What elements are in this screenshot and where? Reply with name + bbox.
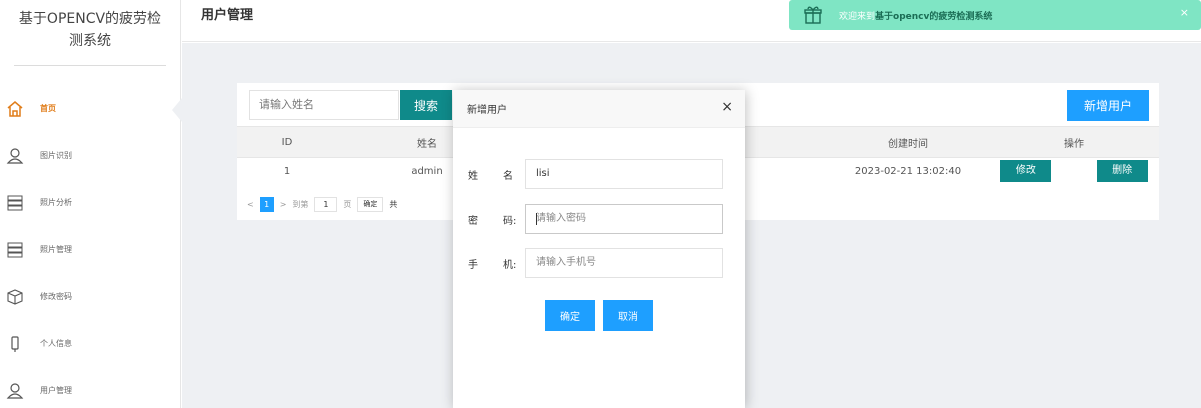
field-label-part2: 名 xyxy=(503,171,513,182)
sidebar-item-home[interactable]: 首页 xyxy=(0,85,182,132)
header-actions: 操作 xyxy=(989,126,1159,158)
notice-message: 欢迎来到基于opencv的疲劳检测系统 xyxy=(839,9,992,22)
current-page[interactable]: 1 xyxy=(259,197,274,212)
phone-field[interactable]: 请输入手机号 xyxy=(525,248,723,278)
user-icon xyxy=(6,147,24,165)
modal-title: 新增用户 xyxy=(467,105,507,116)
add-user-button[interactable]: 新增用户 xyxy=(1067,90,1149,121)
pagination: < 1 > 到第 1 页 确定 共 xyxy=(247,197,403,212)
close-icon[interactable]: × xyxy=(721,99,733,115)
sidebar-item-personal-info[interactable]: 个人信息 xyxy=(0,320,181,367)
home-icon xyxy=(6,100,24,118)
sidebar-item-label: 照片管理 xyxy=(40,245,72,254)
sidebar-item-photo-management[interactable]: 照片管理 xyxy=(0,226,181,273)
page-unit-label: 页 xyxy=(343,200,352,209)
brand-title: 基于OPENCV的疲劳检测系统 xyxy=(14,0,166,66)
sidebar-item-label: 首页 xyxy=(40,104,56,113)
cell-created: 2023-02-21 13:02:40 xyxy=(827,157,989,185)
search-input[interactable]: 请输入姓名 xyxy=(249,90,399,120)
sidebar-item-label: 修改密码 xyxy=(40,292,72,301)
search-button[interactable]: 搜索 xyxy=(400,90,452,120)
field-label-part1: 密 xyxy=(468,216,478,227)
notice-prefix: 欢迎来到 xyxy=(839,11,876,22)
sidebar-item-label: 照片分析 xyxy=(40,198,72,207)
sidebar-menu: 首页 图片识别 照片分析 照片管理 修改密码 个人信息 用户管理 xyxy=(0,85,182,408)
edit-button[interactable]: 修改 xyxy=(1000,160,1052,183)
sidebar-item-change-password[interactable]: 修改密码 xyxy=(0,273,181,320)
name-field[interactable]: lisi xyxy=(525,159,723,189)
form-row-phone: 手 机: 请输入手机号 xyxy=(453,248,745,278)
header-created: 创建时间 xyxy=(827,126,989,158)
add-user-modal: 新增用户 × 姓 名 lisi 密 码: 请输入密码 手 机: 请输入手机号 确… xyxy=(453,90,745,408)
field-label-part1: 手 xyxy=(468,260,478,271)
modal-confirm-button[interactable]: 确定 xyxy=(545,300,595,331)
active-caret xyxy=(172,98,182,122)
page-number-input[interactable]: 1 xyxy=(314,197,338,212)
modal-header: 新增用户 × xyxy=(453,90,745,128)
sidebar: 基于OPENCV的疲劳检测系统 首页 图片识别 照片分析 照片管理 修改密码 个… xyxy=(0,0,182,408)
field-label-part2: 机: xyxy=(503,260,517,271)
sidebar-item-photo-analysis[interactable]: 照片分析 xyxy=(0,179,181,226)
gift-icon xyxy=(803,5,823,25)
field-label-part1: 姓 xyxy=(468,171,478,182)
password-field[interactable]: 请输入密码 xyxy=(525,204,723,234)
sidebar-item-image-recognition[interactable]: 图片识别 xyxy=(0,132,181,179)
sidebar-item-user-management[interactable]: 用户管理 xyxy=(0,367,181,408)
user-icon xyxy=(6,382,24,400)
box-icon xyxy=(6,288,24,306)
sidebar-item-label: 个人信息 xyxy=(40,339,72,348)
sidebar-item-label: 图片识别 xyxy=(40,151,72,160)
goto-label: 到第 xyxy=(292,200,309,209)
server-icon xyxy=(6,194,24,212)
welcome-notice: 欢迎来到基于opencv的疲劳检测系统 × xyxy=(789,0,1201,30)
prev-page-button[interactable]: < xyxy=(247,200,254,209)
cell-id: 1 xyxy=(237,157,337,185)
form-row-password: 密 码: 请输入密码 xyxy=(453,204,745,234)
cell-actions: 修改 删除 xyxy=(989,157,1159,185)
delete-button[interactable]: 删除 xyxy=(1096,160,1148,183)
phone-icon xyxy=(6,335,24,353)
notice-close-icon[interactable]: × xyxy=(1180,6,1189,19)
field-label-part2: 码: xyxy=(503,216,517,227)
total-label: 共 xyxy=(389,200,398,209)
next-page-button[interactable]: > xyxy=(280,200,287,209)
modal-cancel-button[interactable]: 取消 xyxy=(603,300,653,331)
server-icon xyxy=(6,241,24,259)
form-row-name: 姓 名 lisi xyxy=(453,159,745,189)
page-title: 用户管理 xyxy=(201,8,254,23)
page-confirm-button[interactable]: 确定 xyxy=(357,197,384,212)
header-id: ID xyxy=(237,126,337,158)
notice-system-name: 基于opencv的疲劳检测系统 xyxy=(875,11,993,22)
sidebar-item-label: 用户管理 xyxy=(40,386,72,395)
